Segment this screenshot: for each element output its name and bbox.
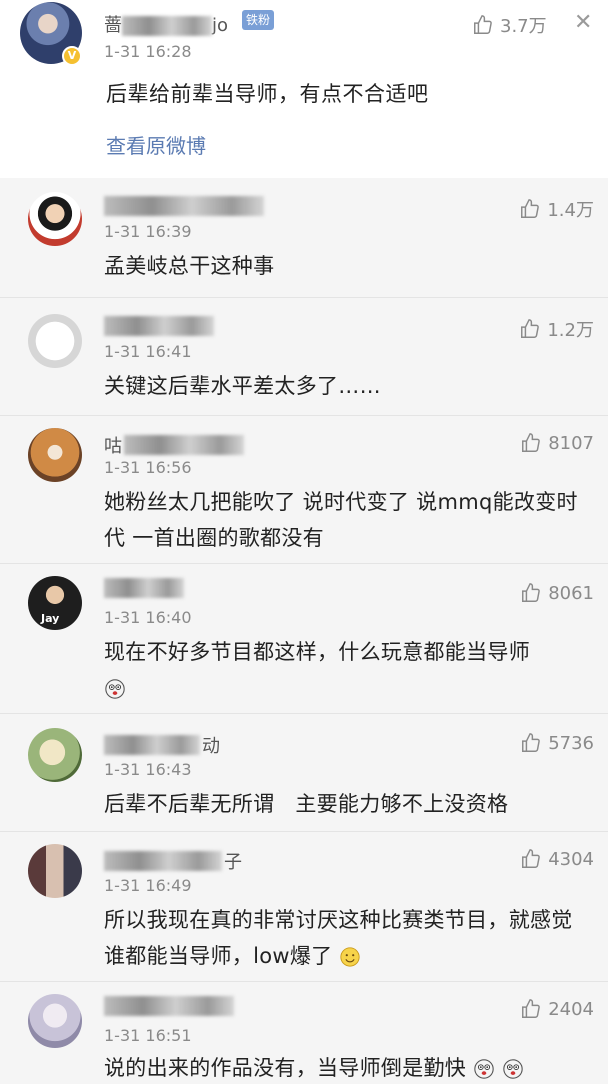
thumbs-up-icon	[522, 433, 541, 452]
avatar[interactable]	[28, 428, 82, 482]
top-comment-card: V 蔷 jo 铁粉 1-31 16:28 后辈给前辈当导师，有点不合适吧 查看原微…	[0, 0, 608, 178]
username-blur	[104, 578, 184, 598]
like-count: 1.2万	[547, 320, 594, 341]
like-count: 4304	[548, 848, 594, 870]
timestamp: 1-31 16:28	[104, 42, 192, 61]
scared-face-emoji	[474, 1059, 494, 1079]
list-item: 1-31 16:51 说的出来的作品没有，当导师倒是勤快 2404	[0, 982, 608, 1084]
username[interactable]: 咕	[104, 432, 244, 458]
username-prefix: 蔷	[104, 15, 122, 36]
timestamp: 1-31 16:39	[104, 222, 192, 241]
username[interactable]	[104, 996, 234, 1016]
list-item: 1-31 16:39 孟美岐总干这种事 1.4万	[0, 178, 608, 298]
like-button[interactable]: 8107	[520, 432, 594, 454]
username[interactable]: 子	[104, 848, 242, 874]
username-blur	[122, 16, 212, 36]
smile-emoji	[340, 947, 361, 967]
like-count: 2404	[548, 998, 594, 1020]
username-blur	[104, 735, 200, 755]
avatar[interactable]	[28, 844, 82, 898]
like-count: 8061	[548, 582, 594, 604]
comment-text: 她粉丝太几把能吹了 说时代变了 说mmq能改变时代 一首出圈的歌都没有	[104, 490, 578, 550]
thumbs-up-icon	[522, 849, 541, 868]
avatar[interactable]	[28, 994, 82, 1048]
avatar[interactable]	[28, 728, 82, 782]
like-button[interactable]: 4304	[520, 848, 594, 870]
username[interactable]: 蔷 jo	[104, 11, 228, 37]
timestamp: 1-31 16:43	[104, 760, 192, 779]
timestamp: 1-31 16:40	[104, 608, 192, 627]
comment-text: 说的出来的作品没有，当导师倒是勤快	[104, 1050, 584, 1084]
timestamp: 1-31 16:41	[104, 342, 192, 361]
username-blur	[104, 851, 222, 871]
thumbs-up-icon	[521, 199, 540, 218]
weibo-comment-page: V 蔷 jo 铁粉 1-31 16:28 后辈给前辈当导师，有点不合适吧 查看原微…	[0, 0, 608, 1084]
comment-text-body: 说的出来的作品没有，当导师倒是勤快	[104, 1056, 467, 1080]
fan-badge: 铁粉	[242, 10, 275, 30]
comment-text: 现在不好多节目都这样，什么玩意都能当导师	[104, 634, 584, 706]
like-count: 1.4万	[547, 200, 594, 221]
comment-text: 关键这后辈水平差太多了……	[104, 374, 381, 398]
username-blur	[124, 435, 244, 455]
username-suffix: 子	[224, 852, 242, 873]
username-suffix: 动	[202, 736, 220, 757]
like-button[interactable]: 1.4万	[519, 196, 594, 222]
comment-text: 后辈给前辈当导师，有点不合适吧	[106, 82, 429, 106]
like-button[interactable]: 1.2万	[519, 316, 594, 342]
username-suffix: jo	[212, 15, 229, 36]
comment-text: 孟美岐总干这种事	[104, 254, 275, 278]
avatar[interactable]	[28, 314, 82, 368]
username[interactable]	[104, 578, 184, 598]
like-button[interactable]: 8061	[520, 582, 594, 604]
thumbs-up-icon	[521, 319, 540, 338]
verified-badge-icon: V	[62, 46, 82, 66]
like-button[interactable]: 3.7万	[472, 12, 547, 38]
close-icon[interactable]: ✕	[574, 10, 592, 35]
view-original-link[interactable]: 查看原微博	[106, 130, 206, 159]
username[interactable]	[104, 196, 264, 216]
timestamp: 1-31 16:56	[104, 458, 192, 477]
username[interactable]	[104, 316, 214, 336]
thumbs-up-icon	[522, 999, 541, 1018]
username-blur	[104, 316, 214, 336]
like-button[interactable]: 5736	[520, 732, 594, 754]
comment-text: 后辈不后辈无所谓 主要能力够不上没资格	[104, 792, 509, 816]
avatar[interactable]	[28, 192, 82, 246]
avatar-label: Jay	[41, 612, 60, 625]
comment-text: 所以我现在真的非常讨厌这种比赛类节目，就感觉谁都能当导师，low爆了	[104, 902, 584, 974]
username-blur	[104, 996, 234, 1016]
list-item: 咕 1-31 16:56 她粉丝太几把能吹了 说时代变了 说mmq能改变时代 一…	[0, 416, 608, 564]
like-count: 3.7万	[500, 16, 547, 37]
comment-text-body: 所以我现在真的非常讨厌这种比赛类节目，就感觉谁都能当导师，low爆了	[104, 908, 573, 968]
list-item: 1-31 16:41 关键这后辈水平差太多了…… 1.2万	[0, 298, 608, 416]
list-item: 子 1-31 16:49 所以我现在真的非常讨厌这种比赛类节目，就感觉谁都能当导…	[0, 832, 608, 982]
thumbs-up-icon	[522, 733, 541, 752]
list-item: 动 1-31 16:43 后辈不后辈无所谓 主要能力够不上没资格 5736	[0, 714, 608, 832]
scared-face-emoji	[503, 1059, 523, 1079]
thumbs-up-icon	[474, 15, 492, 34]
timestamp: 1-31 16:51	[104, 1026, 192, 1045]
username[interactable]: 动	[104, 732, 220, 758]
like-button[interactable]: 2404	[520, 998, 594, 1020]
thumbs-up-icon	[522, 583, 541, 602]
like-count: 8107	[548, 432, 594, 454]
like-count: 5736	[548, 732, 594, 754]
list-item: Jay 1-31 16:40 现在不好多节目都这样，什么玩意都能当导师 8061	[0, 564, 608, 714]
scared-face-emoji	[105, 679, 125, 699]
comment-text-body: 现在不好多节目都这样，什么玩意都能当导师	[104, 640, 530, 664]
username-blur	[104, 196, 264, 216]
username-prefix: 咕	[104, 436, 122, 457]
timestamp: 1-31 16:49	[104, 876, 192, 895]
avatar[interactable]: Jay	[28, 576, 82, 630]
